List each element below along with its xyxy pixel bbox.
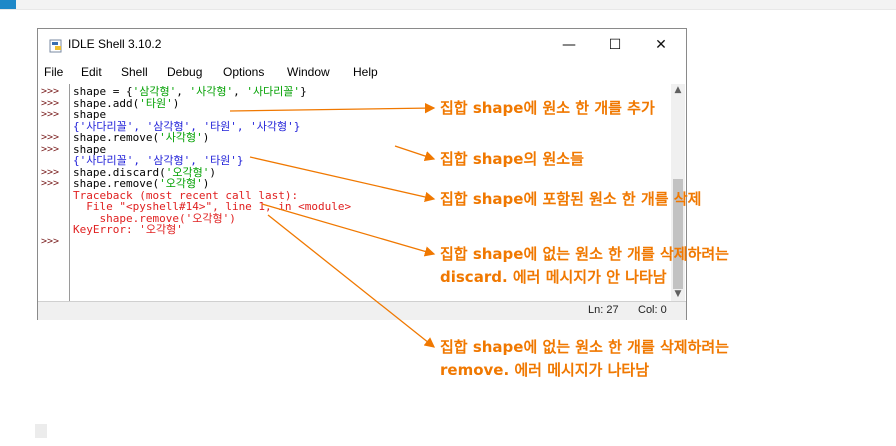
annotation-remove: 집합 shape에 포함된 원소 한 개를 삭제 bbox=[440, 190, 702, 208]
arrow-discard bbox=[261, 203, 436, 257]
arrow-remove bbox=[249, 156, 436, 203]
page-corner-box bbox=[35, 424, 47, 438]
arrow-remove-error bbox=[267, 214, 436, 348]
annotation-remove-error-2: remove. 에러 메시지가 나타남 bbox=[440, 361, 650, 379]
annotation-remove-error-1: 집합 shape에 없는 원소 한 개를 삭제하려는 bbox=[440, 338, 729, 356]
arrow-add bbox=[229, 102, 436, 114]
annotation-discard-1: 집합 shape에 없는 원소 한 개를 삭제하려는 bbox=[440, 245, 729, 263]
arrow-elements bbox=[394, 145, 436, 162]
annotation-add: 집합 shape에 원소 한 개를 추가 bbox=[440, 99, 655, 117]
annotation-elements: 집합 shape의 원소들 bbox=[440, 150, 584, 168]
annotation-discard-2: discard. 에러 메시지가 안 나타남 bbox=[440, 268, 667, 286]
